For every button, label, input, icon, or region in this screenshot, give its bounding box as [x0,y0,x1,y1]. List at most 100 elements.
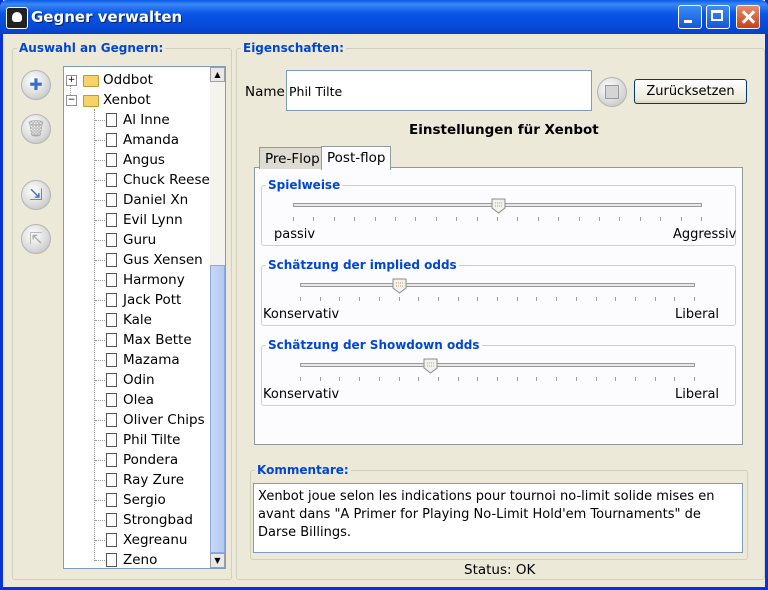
tree-connector [95,540,105,541]
expand-icon[interactable]: + [66,75,77,86]
slider-tick [418,297,419,301]
tree-item-label: Kale [123,312,152,328]
slider-tick [517,297,518,301]
playstyle-max-label: Aggressiv [673,227,737,242]
scroll-up-arrow-icon[interactable]: ▲ [210,67,225,82]
slider-tick [615,377,616,381]
slider-tick [576,377,577,381]
document-icon [106,333,117,347]
scroll-down-arrow-icon[interactable]: ▼ [210,553,225,568]
import-opponent-button[interactable]: ⇲ [21,180,51,210]
opponent-tree[interactable]: + Oddbot − Xenbot Al Inne Amanda Angus Chuc… [63,66,226,569]
document-icon [106,433,117,447]
document-icon [106,473,117,487]
implied-odds-max-label: Liberal [675,307,720,322]
slider-tick [320,377,321,381]
document-icon [106,293,117,307]
slider-tick [694,377,695,381]
tree-connector [95,360,105,361]
document-icon [106,173,117,187]
tree-connector [95,320,105,321]
tree-connector [95,420,105,421]
collapse-icon[interactable]: − [66,95,77,106]
slider-tick [694,297,695,301]
slider-tick [399,297,400,301]
slider-tick [497,217,498,221]
tree-item-label: Al Inne [123,112,170,128]
slider-tick [635,377,636,381]
slider-tick [458,377,459,381]
scroll-thumb[interactable] [210,265,225,553]
tree-connector [95,500,105,501]
slider-tick [556,377,557,381]
export-opponent-button[interactable]: ⇱ [21,224,51,254]
playstyle-min-label: passiv [274,227,316,242]
slider-tick [615,297,616,301]
slider-tick [655,297,656,301]
tree-connector [95,260,105,261]
playstyle-title: Spielweise [266,178,343,192]
slider-thumb[interactable] [491,198,506,214]
slider-tick [596,377,597,381]
tree-item-label: Strongbad [123,512,193,528]
slider-track[interactable] [300,283,695,287]
slider-tick [300,297,301,301]
slider-tick [395,217,396,221]
slider-tick [399,377,400,381]
window-title: Gegner verwalten [31,8,183,26]
tree-connector [95,560,105,561]
comments-textarea[interactable]: Xenbot joue selon les indications pour t… [253,483,743,553]
slider-tick [517,217,518,221]
document-icon [106,553,117,567]
slider-thumb[interactable] [392,278,407,294]
tree-scrollbar[interactable]: ▲ ▼ [210,67,225,568]
tree-item-label: Guru [123,232,157,248]
reset-button[interactable]: Zurücksetzen [634,79,747,104]
slider-tick [477,217,478,221]
slider-tick [538,217,539,221]
tree-connector [95,220,105,221]
title-bar[interactable]: Gegner verwalten [0,0,768,34]
document-icon [106,513,117,527]
implied-odds-min-label: Konservativ [263,307,340,322]
document-icon [106,113,117,127]
tree-item-label: Daniel Xn [123,192,189,208]
slider-tick [339,297,340,301]
tab-post-flop[interactable]: Post-flop [321,146,392,170]
tree-item-label: Angus [123,152,165,168]
status-text: Status: OK [464,562,536,578]
document-icon [106,493,117,507]
add-opponent-button[interactable]: ✚ [21,70,51,100]
tab-pre-flop[interactable]: Pre-Flop [259,147,326,169]
minimize-button[interactable] [678,5,702,29]
slider-tick [477,377,478,381]
slider-tick [354,217,355,221]
tree-item-label: Evil Lynn [123,212,183,228]
name-input[interactable]: Phil Tilte [286,70,592,111]
slider-track[interactable] [300,363,695,367]
tree-connector [94,109,95,561]
slider-tick [635,297,636,301]
tree-folder-label: Xenbot [103,92,151,108]
tree-connector [95,480,105,481]
delete-opponent-button[interactable]: 🗑 [21,114,51,144]
slider-tick [517,377,518,381]
slider-tick [556,297,557,301]
slider-thumb[interactable] [423,358,438,374]
save-button[interactable] [597,77,627,107]
slider-tick [660,217,661,221]
slider-tick [576,297,577,301]
slider-tick [438,297,439,301]
document-icon [106,133,117,147]
tree-item-label: Amanda [123,132,180,148]
tree-item-label: Max Bette [123,332,192,348]
slider-tick [599,217,600,221]
showdown-odds-min-label: Konservativ [263,387,340,402]
maximize-button[interactable] [706,5,730,29]
slider-tick [456,217,457,221]
opponent-manager-window: Gegner verwalten Auswahl an Gegnern: ✚ 🗑… [0,0,768,590]
slider-tick [379,297,380,301]
opponent-selection-title: Auswahl an Gegnern: [17,41,166,55]
close-button[interactable] [736,5,760,29]
tree-connector [95,180,105,181]
